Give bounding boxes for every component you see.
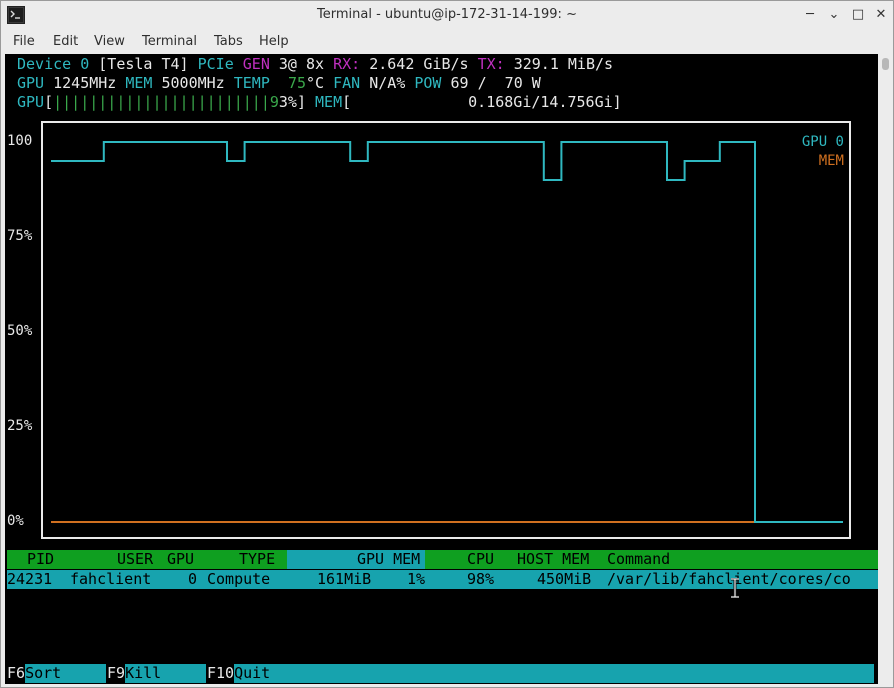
terminal-area[interactable]: Device 0 [Tesla T4] PCIe GEN 3@ 8x RX: 2…: [5, 54, 878, 684]
function-key-quit[interactable]: F10Quit: [207, 664, 875, 683]
close-button[interactable]: ✕: [874, 8, 888, 22]
col-cpu[interactable]: CPU: [467, 550, 494, 569]
menu-tabs[interactable]: Tabs: [211, 33, 246, 50]
menu-bar: File Edit View Terminal Tabs Help: [1, 31, 893, 53]
row-pid: 24231: [7, 570, 53, 588]
y-tick-25: 25%: [7, 418, 33, 434]
utilization-chart-plot: [51, 141, 843, 523]
gen-label: GEN: [242, 55, 270, 73]
minimize-button[interactable]: ─: [803, 8, 817, 22]
temp-value: 75: [287, 74, 306, 92]
menu-edit[interactable]: Edit: [50, 33, 81, 50]
col-pid[interactable]: PID: [27, 550, 54, 569]
y-tick-75: 75%: [7, 228, 33, 244]
gpu-bar-label: GPU: [17, 93, 45, 111]
mem-usage-value: 0.168Gi/14.756Gi]: [468, 93, 622, 111]
y-tick-50: 50%: [7, 323, 33, 339]
device-info-line: Device 0 [Tesla T4] PCIe GEN 3@ 8x RX: 2…: [17, 55, 613, 74]
function-key-kill[interactable]: F9Kill: [107, 664, 207, 683]
menu-terminal[interactable]: Terminal: [139, 33, 200, 50]
gpu-clock-label: GPU: [17, 74, 45, 92]
title-bar[interactable]: Terminal - ubuntu@ip-172-31-14-199: ~ ─ …: [1, 1, 893, 31]
function-key-sort[interactable]: F6Sort: [7, 664, 107, 683]
col-gpu[interactable]: GPU: [167, 550, 194, 569]
row-user: fahclient: [70, 570, 152, 588]
device-label: Device 0: [17, 55, 90, 73]
row-cpu: 98%: [467, 570, 495, 588]
restore-button[interactable]: ⌄: [827, 8, 841, 22]
row-gpu-mem-pct: 1%: [407, 570, 426, 588]
gpu-bar-open: [: [44, 93, 54, 111]
mem-clock-label: MEM: [125, 74, 153, 92]
process-table-header: PID USER GPU TYPE GPU MEM CPU HOST MEM C…: [7, 550, 878, 569]
sort-label: Sort: [25, 664, 107, 683]
col-host-mem[interactable]: HOST MEM: [517, 550, 589, 569]
y-tick-0: 0%: [7, 513, 24, 529]
usage-bars-line: GPU[||||||||||||||||||||||||93%] MEM[0.1…: [17, 93, 622, 112]
fan-value: N/A%: [369, 74, 406, 92]
row-type: Compute: [207, 570, 271, 588]
scrollbar-thumb[interactable]: [882, 58, 889, 70]
menu-help[interactable]: Help: [256, 33, 292, 50]
menu-view[interactable]: View: [91, 33, 128, 50]
row-host-mem: 450MiB: [537, 570, 592, 588]
legend-mem: MEM: [818, 153, 844, 169]
gpu-usage-bar: ||||||||||||||||||||||||9: [53, 93, 279, 111]
menu-file[interactable]: File: [10, 33, 38, 50]
kill-label: Kill: [125, 664, 207, 683]
gpu-usage-pct: 3%]: [278, 93, 306, 111]
table-row[interactable]: 24231 fahclient 0 Compute 161MiB 1% 98% …: [7, 570, 878, 589]
col-command[interactable]: Command: [607, 550, 670, 569]
maximize-button[interactable]: □: [851, 8, 865, 22]
f9-key: F9: [107, 664, 126, 682]
series-line-gpu-0: [51, 141, 843, 523]
fan-label: FAN: [333, 74, 361, 92]
utilization-chart: GPU 0 MEM: [41, 121, 851, 539]
mouse-ibeam-cursor-icon: [731, 578, 739, 598]
f6-key: F6: [7, 664, 26, 682]
rx-value: 2.642 GiB/s: [369, 55, 469, 73]
col-type[interactable]: TYPE: [239, 550, 275, 569]
pcie-label: PCIe: [197, 55, 234, 73]
mem-clock-value: 5000MHz: [161, 74, 225, 92]
row-gpu-mem: 161MiB: [317, 570, 372, 588]
quit-label: Quit: [234, 664, 875, 683]
legend-gpu-0: GPU 0: [801, 134, 844, 150]
f10-key: F10: [207, 664, 235, 682]
mem-bar-open: [: [342, 93, 352, 111]
device-name: [Tesla T4]: [98, 55, 189, 73]
col-gpu-mem[interactable]: GPU MEM: [357, 550, 420, 569]
window-title: Terminal - ubuntu@ip-172-31-14-199: ~: [317, 7, 577, 22]
gpu-clock-value: 1245MHz: [53, 74, 117, 92]
pow-value: 69 / 70 W: [450, 74, 541, 92]
temp-label: TEMP: [233, 74, 270, 92]
row-gpu: 0: [188, 570, 198, 588]
mem-bar-label: MEM: [315, 93, 343, 111]
temp-unit: °C: [306, 74, 325, 92]
tx-label: TX:: [477, 55, 505, 73]
pow-label: POW: [414, 74, 442, 92]
y-tick-100: 100: [7, 133, 33, 149]
clock-info-line: GPU 1245MHz MEM 5000MHz TEMP 75°C FAN N/…: [17, 74, 541, 93]
rx-label: RX:: [333, 55, 361, 73]
tx-value: 329.1 MiB/s: [513, 55, 614, 73]
col-user[interactable]: USER: [117, 550, 153, 569]
vertical-scrollbar[interactable]: [878, 54, 893, 684]
gen-value: 3@ 8x: [278, 55, 325, 73]
terminal-window: Terminal - ubuntu@ip-172-31-14-199: ~ ─ …: [0, 0, 894, 688]
